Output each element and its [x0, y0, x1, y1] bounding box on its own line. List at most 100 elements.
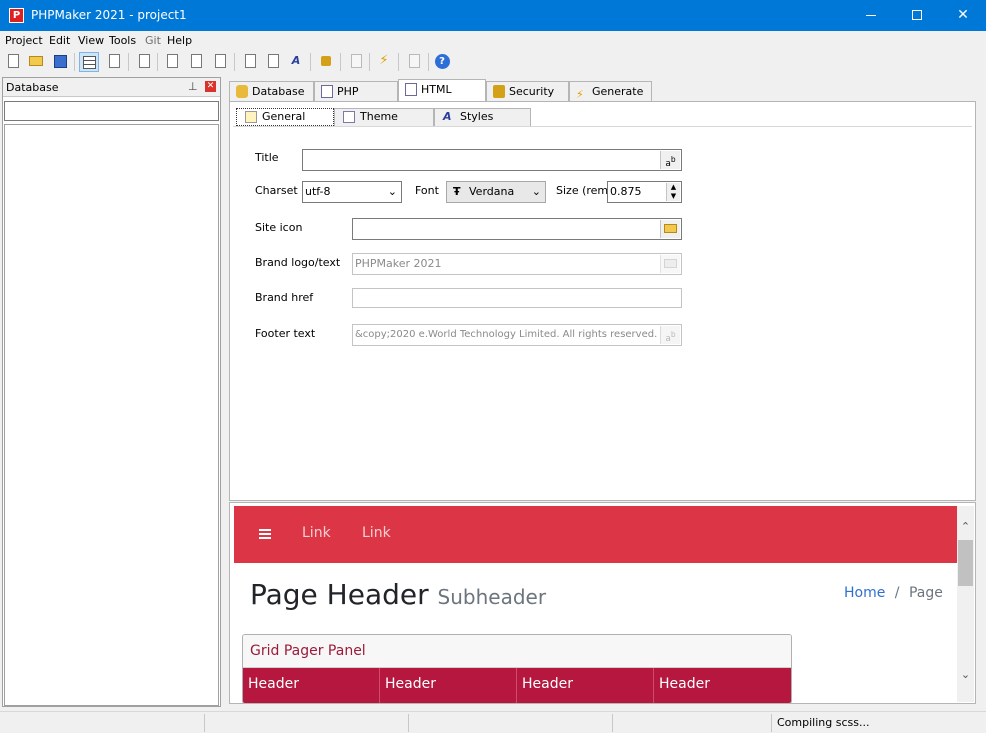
templates-button[interactable] [186, 52, 206, 72]
clipboard-button[interactable] [346, 52, 366, 72]
text-style-icon: A [443, 110, 452, 123]
toolbar-separator [428, 53, 429, 71]
brand-logo-input[interactable]: PHPMaker 2021 [352, 253, 682, 275]
breadcrumb-home-link[interactable]: Home [844, 585, 885, 601]
charset-label: Charset [255, 184, 298, 197]
status-separator [612, 714, 613, 732]
new-project-button[interactable] [3, 52, 23, 72]
table-setup-button[interactable] [104, 52, 124, 72]
language-text-icon[interactable]: ab [660, 151, 680, 169]
menu-tools[interactable]: Tools [109, 34, 136, 47]
subtab-styles[interactable]: A Styles [434, 108, 531, 126]
menu-project[interactable]: Project [5, 34, 43, 47]
font-select[interactable]: Ŧ Verdana ⌄ [446, 181, 546, 203]
general-settings-button[interactable] [240, 52, 260, 72]
maximize-button[interactable] [894, 0, 940, 31]
toolbar-separator [310, 53, 311, 71]
charset-select[interactable]: utf-8 ⌄ [302, 181, 402, 203]
database-filter-input[interactable] [4, 101, 219, 121]
footer-label: Footer text [255, 327, 316, 340]
title-bar: P PHPMaker 2021 - project1 ✕ [0, 0, 986, 31]
open-project-button[interactable] [26, 52, 46, 72]
custom-files-button[interactable] [162, 52, 182, 72]
breadcrumb-current: Page [908, 585, 943, 601]
toolbar-separator [234, 53, 235, 71]
preview-scrollbar[interactable]: ⌃ ⌄ [957, 506, 974, 702]
tab-label: Security [509, 85, 555, 98]
breadcrumb-separator: / [894, 585, 900, 601]
brand-label: Brand logo/text [255, 256, 341, 269]
title-label: Title [255, 151, 279, 164]
preview-nav-link[interactable]: Link [302, 525, 331, 541]
menu-git[interactable]: Git [145, 34, 161, 47]
copy-button[interactable] [210, 52, 230, 72]
save-disk-icon [53, 54, 67, 68]
grid-header-row: Header Header Header Header [243, 668, 791, 703]
preview-subheader: Subheader [437, 585, 547, 609]
menu-edit[interactable]: Edit [49, 34, 70, 47]
database-panel-header: Database ⊥ ✕ [3, 78, 220, 97]
database-tree[interactable] [4, 124, 219, 706]
language-text-icon[interactable]: ab [660, 326, 680, 344]
preview-page-header: Page Header Subheader [250, 578, 547, 611]
theme-icon [267, 54, 279, 68]
save-project-button[interactable] [50, 52, 70, 72]
database-panel-title: Database [6, 81, 59, 94]
status-bar: Compiling scss... [0, 711, 986, 733]
footer-text-input[interactable]: &copy;2020 e.World Technology Limited. A… [352, 324, 682, 346]
html-file-icon [405, 83, 417, 96]
database-panel: Database ⊥ ✕ [2, 77, 221, 707]
tab-label: Database [252, 85, 305, 98]
tab-php[interactable]: PHP [314, 81, 398, 102]
help-button[interactable]: ? [432, 52, 452, 72]
subtab-general[interactable]: General [236, 108, 334, 126]
open-folder-icon [29, 56, 43, 66]
close-window-button[interactable]: ✕ [940, 0, 986, 31]
tree-view-button[interactable] [79, 52, 99, 72]
scroll-up-icon[interactable]: ⌃ [957, 518, 974, 535]
open-folder-icon [664, 224, 677, 233]
tab-generate[interactable]: ⚡ Generate [569, 81, 652, 102]
styles-button[interactable]: A [286, 52, 306, 72]
tab-security[interactable]: Security [486, 81, 569, 102]
pin-icon[interactable]: ⊥ [188, 80, 200, 94]
preview-breadcrumb: Home / Page [844, 585, 943, 601]
subtab-theme[interactable]: Theme [334, 108, 434, 126]
generate-button[interactable]: ⚡ [374, 52, 394, 72]
browse-folder-button[interactable] [660, 220, 680, 238]
lightning-icon: ⚡ [379, 53, 389, 68]
panel-close-icon[interactable]: ✕ [205, 81, 216, 92]
truetype-font-icon: Ŧ [453, 185, 461, 198]
general-settings-icon [244, 54, 256, 68]
table-setup-icon [108, 54, 120, 68]
title-input[interactable]: ab [302, 149, 682, 171]
size-spinner[interactable]: 0.875 ▲ ▼ [607, 181, 682, 203]
menu-view[interactable]: View [78, 34, 104, 47]
browse-folder-button[interactable] [660, 255, 680, 273]
subtab-label: Styles [460, 110, 494, 123]
hamburger-menu-icon[interactable] [259, 529, 271, 539]
edit-theme-button[interactable] [263, 52, 283, 72]
close-icon: ✕ [957, 7, 969, 23]
sync-button[interactable] [134, 52, 154, 72]
spinner-arrows-icon[interactable]: ▲ ▼ [666, 183, 680, 201]
menu-help[interactable]: Help [167, 34, 192, 47]
scrollbar-thumb[interactable] [958, 540, 973, 586]
tab-database[interactable]: Database [229, 81, 314, 102]
size-label: Size (rem) [556, 184, 613, 197]
general-settings-icon [245, 111, 257, 123]
phpmaker-app-icon: P [9, 8, 24, 23]
window-title: PHPMaker 2021 - project1 [31, 8, 187, 22]
security-button[interactable] [316, 52, 336, 72]
chevron-down-icon: ⌄ [387, 185, 397, 198]
minimize-button[interactable] [848, 0, 894, 31]
preview-nav-link[interactable]: Link [362, 525, 391, 541]
brand-href-input[interactable] [352, 288, 682, 308]
php-file-icon [321, 85, 333, 98]
log-button[interactable] [404, 52, 424, 72]
site-icon-input[interactable] [352, 218, 682, 240]
status-separator [771, 714, 772, 732]
minimize-icon [866, 14, 876, 16]
tab-html[interactable]: HTML [398, 79, 486, 103]
scroll-down-icon[interactable]: ⌄ [957, 666, 974, 683]
